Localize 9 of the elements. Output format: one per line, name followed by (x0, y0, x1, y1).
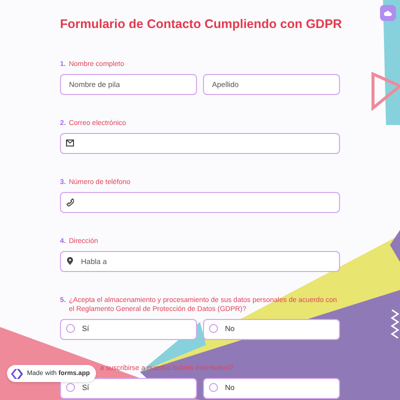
envelope-icon (66, 139, 74, 148)
phone-field[interactable] (60, 192, 340, 213)
form-title: Formulario de Contacto Cumpliendo con GDPR (60, 16, 340, 32)
logo-icon (11, 368, 23, 378)
email-field[interactable] (60, 133, 340, 154)
cloud-icon (384, 10, 392, 16)
phone-icon (66, 198, 74, 207)
cloud-button[interactable] (380, 5, 396, 21)
pin-icon (66, 257, 74, 266)
